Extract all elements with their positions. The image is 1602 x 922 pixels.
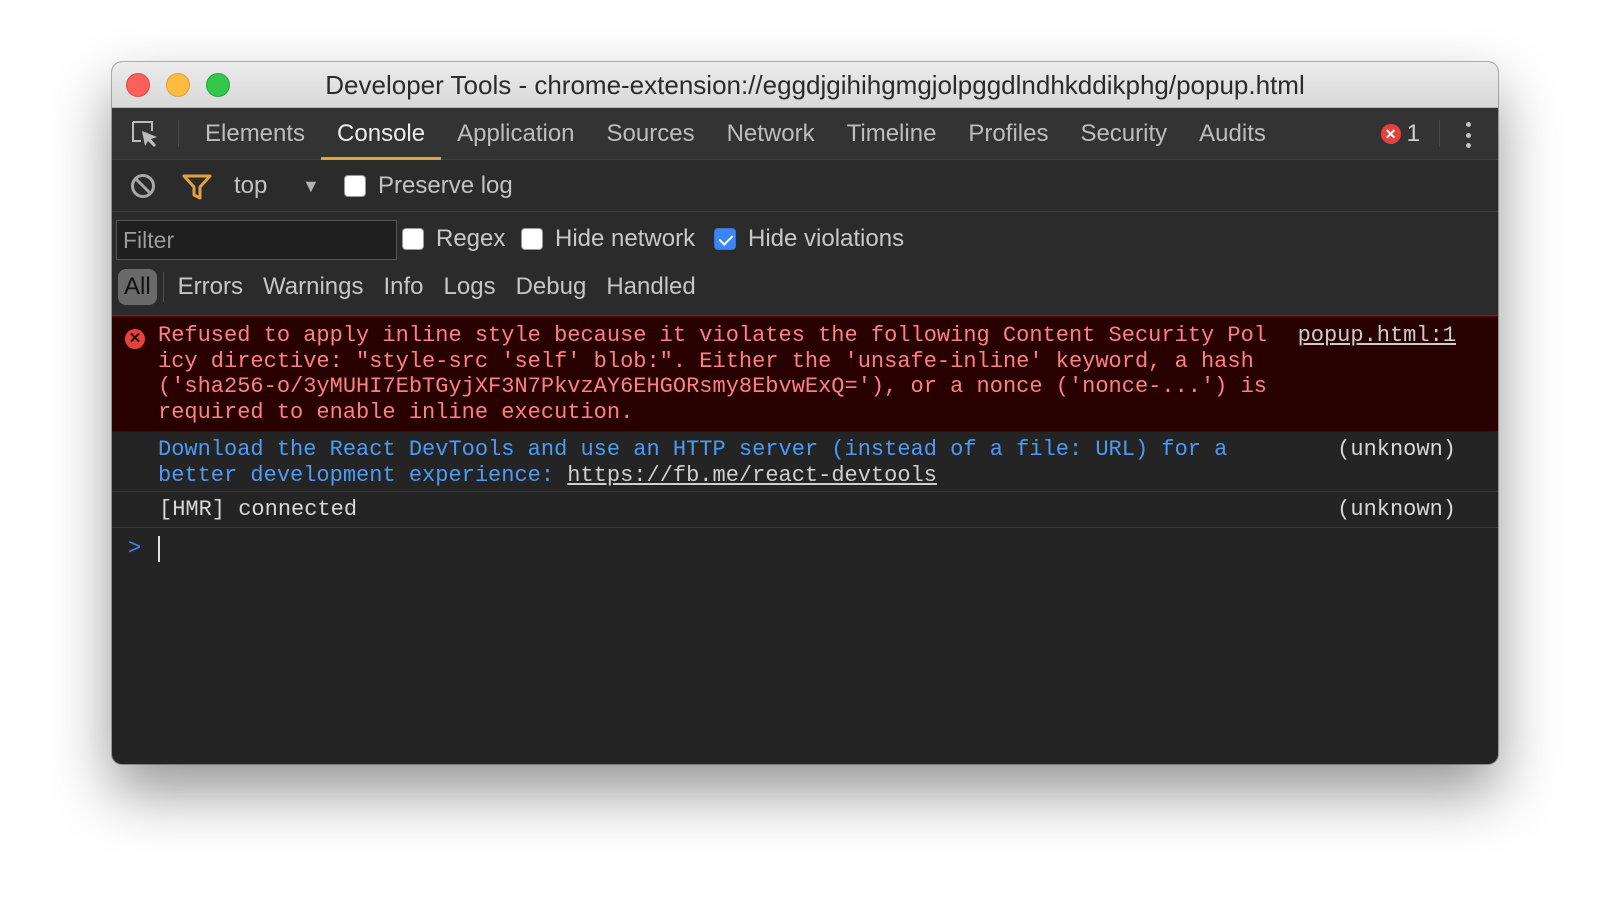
hide-violations-checkbox[interactable]: [714, 228, 736, 250]
filter-input[interactable]: [116, 220, 397, 260]
level-handled[interactable]: Handled: [596, 269, 705, 305]
panel-tab-bar: Elements Console Application Sources Net…: [112, 108, 1498, 160]
tab-network[interactable]: Network: [711, 108, 831, 159]
preserve-log-label: Preserve log: [378, 172, 513, 199]
regex-checkbox[interactable]: [402, 228, 424, 250]
tab-console[interactable]: Console: [321, 108, 442, 160]
hide-violations-option[interactable]: Hide violations: [714, 224, 904, 254]
level-warnings[interactable]: Warnings: [253, 269, 373, 305]
hide-network-option[interactable]: Hide network: [521, 224, 695, 254]
devtools-window: Developer Tools - chrome-extension://egg…: [112, 62, 1498, 764]
regex-label: Regex: [436, 225, 506, 252]
inspect-element-button[interactable]: [112, 108, 178, 159]
hide-violations-label: Hide violations: [748, 225, 905, 252]
context-selector[interactable]: top: [234, 160, 267, 212]
filter-bar: Regex Hide network Hide violations All E…: [112, 212, 1498, 316]
preserve-log-option[interactable]: Preserve log: [344, 160, 513, 212]
error-source-link[interactable]: popup.html:1: [1298, 323, 1456, 349]
console-toolbar: top ▼ Preserve log: [112, 160, 1498, 212]
tab-elements[interactable]: Elements: [189, 108, 321, 159]
more-options-icon[interactable]: [1460, 122, 1476, 148]
preserve-log-checkbox[interactable]: [344, 175, 366, 197]
window-title: Developer Tools - chrome-extension://egg…: [325, 70, 1305, 100]
tab-timeline[interactable]: Timeline: [831, 108, 953, 159]
hide-network-label: Hide network: [555, 225, 696, 252]
error-message: ✕ Refused to apply inline style because …: [112, 316, 1498, 432]
log-message: [HMR] connected (unknown): [112, 492, 1498, 528]
panel-tabs: Elements Console Application Sources Net…: [179, 108, 1282, 160]
message-source: (unknown): [1337, 497, 1456, 522]
prompt-chevron-icon: >: [128, 536, 142, 561]
hide-network-checkbox[interactable]: [521, 228, 543, 250]
tab-audits[interactable]: Audits: [1183, 108, 1282, 159]
level-logs[interactable]: Logs: [434, 269, 506, 305]
tab-security[interactable]: Security: [1064, 108, 1183, 159]
error-message-text: Refused to apply inline style because it…: [158, 323, 1281, 425]
inspect-cursor-icon: [132, 120, 157, 147]
text-caret: [158, 536, 160, 562]
message-source: (unknown): [1337, 437, 1456, 462]
tab-application[interactable]: Application: [441, 108, 590, 159]
clear-console-icon[interactable]: [130, 173, 156, 199]
tab-sources[interactable]: Sources: [591, 108, 711, 159]
console-prompt[interactable]: >: [112, 528, 1498, 568]
level-errors[interactable]: Errors: [168, 269, 253, 305]
error-count: 1: [1406, 120, 1420, 147]
regex-option[interactable]: Regex: [402, 224, 505, 254]
level-debug[interactable]: Debug: [506, 269, 597, 305]
log-level-filters: All Errors Warnings Info Logs Debug Hand…: [118, 268, 706, 306]
level-info[interactable]: Info: [374, 269, 434, 305]
tab-profiles[interactable]: Profiles: [952, 108, 1064, 159]
error-circle-icon: ✕: [1380, 124, 1401, 144]
console-messages: ✕ Refused to apply inline style because …: [112, 316, 1498, 568]
info-message-text: Download the React DevTools and use an H…: [158, 437, 1238, 488]
dropdown-triangle-icon[interactable]: ▼: [302, 160, 320, 212]
level-separator: [162, 272, 164, 302]
react-devtools-link[interactable]: https://fb.me/react-devtools: [567, 463, 937, 488]
title-bar: Developer Tools - chrome-extension://egg…: [112, 62, 1498, 108]
log-message-text: [HMR] connected: [159, 497, 358, 522]
tab-separator: [1439, 120, 1440, 147]
info-message: Download the React DevTools and use an H…: [112, 432, 1498, 492]
filter-funnel-icon[interactable]: [182, 173, 212, 201]
error-icon: ✕: [125, 329, 145, 349]
error-counter[interactable]: ✕ 1: [1380, 108, 1420, 160]
level-all[interactable]: All: [118, 269, 157, 305]
